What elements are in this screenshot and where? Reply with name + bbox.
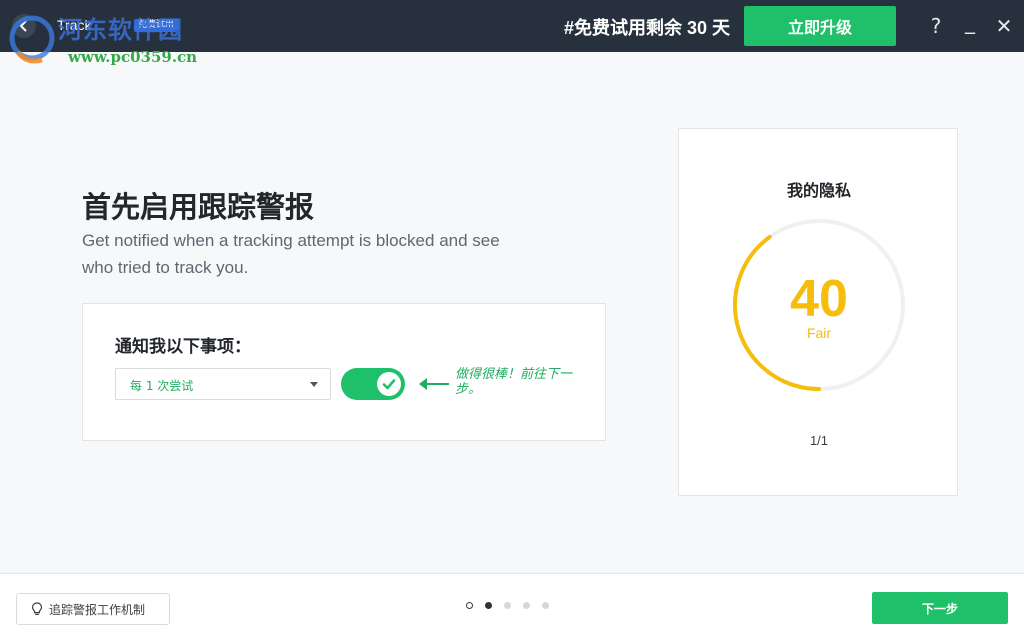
pagination-dot[interactable]	[542, 602, 549, 609]
how-it-works-label: 追踪警报工作机制	[49, 602, 146, 617]
checkmark-icon	[382, 379, 396, 390]
page-count: 1/1	[809, 433, 829, 448]
lightbulb-icon	[31, 602, 43, 615]
notify-title: 通知我以下事项：	[115, 337, 251, 357]
page-subtext: Get notified when a tracking attempt is …	[82, 231, 500, 277]
notify-card: 通知我以下事项： 每 1 次尝试 做得很棒！前往下一步。	[82, 303, 606, 441]
caret-down-icon	[310, 382, 318, 387]
toggle-knob	[377, 372, 401, 396]
pagination-dots	[466, 602, 549, 610]
watermark-url: www.pc0359.cn	[68, 48, 198, 66]
privacy-score-label: Fair	[806, 325, 832, 341]
help-icon[interactable]: ?	[924, 14, 948, 38]
pagination-dot[interactable]	[485, 602, 492, 609]
how-it-works-button[interactable]: 追踪警报工作机制	[16, 593, 170, 625]
close-icon[interactable]: ✕	[992, 14, 1016, 38]
upgrade-button[interactable]: 立即升级	[744, 6, 896, 46]
hint-text: 做得很棒！前往下一步。	[455, 367, 573, 397]
page-heading: 首先启用跟踪警报	[82, 190, 315, 224]
footer: 追踪警报工作机制 下一步	[0, 573, 1024, 640]
privacy-card: 我的隐私 40 Fair 1/1	[678, 128, 958, 496]
arrow-left-icon	[419, 378, 449, 390]
watermark-site-name: 河东软件园	[58, 15, 183, 44]
alerts-toggle[interactable]	[341, 368, 405, 400]
watermark-logo	[9, 15, 55, 64]
next-button[interactable]: 下一步	[872, 592, 1008, 624]
frequency-value: 每 1 次尝试	[130, 379, 194, 393]
privacy-score: 40	[790, 270, 848, 328]
privacy-title: 我的隐私	[786, 181, 851, 200]
frequency-select[interactable]: 每 1 次尝试	[115, 368, 331, 400]
trial-remaining-text: #免费试用剩余 30 天	[564, 18, 731, 38]
minimize-icon[interactable]: _	[958, 10, 982, 34]
pagination-dot[interactable]	[504, 602, 511, 609]
pagination-dot[interactable]	[466, 602, 473, 609]
pagination-dot[interactable]	[523, 602, 530, 609]
